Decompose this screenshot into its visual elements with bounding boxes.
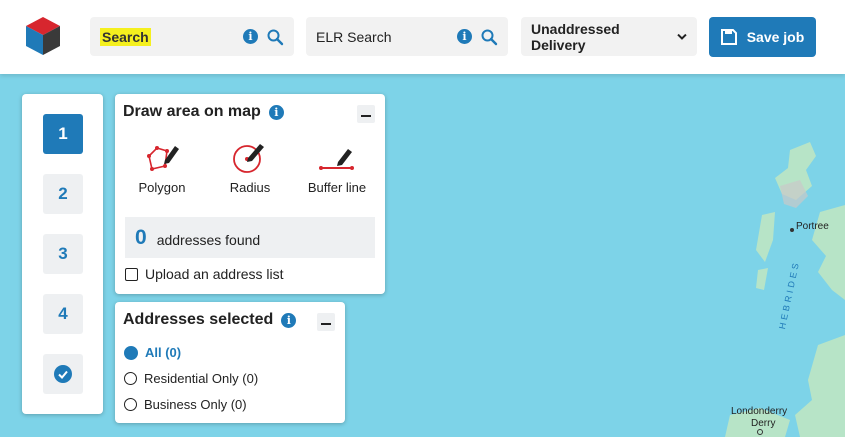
delivery-type-select[interactable]: Unaddressed Delivery xyxy=(521,17,697,56)
draw-area-panel: Draw area on map i Polygon Radius Buffer… xyxy=(115,94,385,294)
app-logo-icon[interactable] xyxy=(24,15,62,57)
search-icon[interactable] xyxy=(266,28,284,46)
map-label-portree: Portree xyxy=(796,221,829,232)
filter-all-option[interactable]: All (0) xyxy=(124,345,181,360)
save-icon xyxy=(720,29,737,45)
addresses-selected-title: Addresses selected i xyxy=(123,311,297,329)
addresses-selected-panel: Addresses selected i All (0) Residential… xyxy=(115,302,345,423)
filter-residential-radio[interactable] xyxy=(124,372,137,385)
elr-search-icon[interactable] xyxy=(480,28,498,46)
draw-area-title-text: Draw area on map xyxy=(123,103,261,120)
filter-residential-option[interactable]: Residential Only (0) xyxy=(124,371,258,386)
filter-business-label: Business Only (0) xyxy=(144,397,247,412)
search-label: Search xyxy=(100,27,151,46)
buffer-line-label: Buffer line xyxy=(307,180,367,195)
save-job-button[interactable]: Save job xyxy=(709,17,816,57)
save-job-label: Save job xyxy=(746,29,805,45)
addresses-found-text: addresses found xyxy=(156,231,261,248)
delivery-type-value: Unaddressed Delivery xyxy=(531,20,620,53)
elr-search-input[interactable]: ELR Search i xyxy=(306,17,508,56)
filter-all-radio[interactable] xyxy=(124,345,138,360)
step-navigation: 1 2 3 4 xyxy=(22,94,103,414)
step-4-button[interactable]: 4 xyxy=(43,294,83,334)
addresses-found-count: 0 xyxy=(135,225,147,249)
step-complete-button[interactable] xyxy=(43,354,83,394)
step-3-button[interactable]: 3 xyxy=(43,234,83,274)
radius-draw-icon xyxy=(233,144,264,173)
upload-address-list-option[interactable]: Upload an address list xyxy=(125,266,284,282)
polygon-tool[interactable]: Polygon xyxy=(127,142,197,195)
addresses-found-box: 0 addresses found xyxy=(125,217,375,258)
filter-business-option[interactable]: Business Only (0) xyxy=(124,397,247,412)
chevron-down-icon xyxy=(677,33,687,40)
top-bar: Search i ELR Search i Unaddressed Delive… xyxy=(0,0,845,74)
step-2-button[interactable]: 2 xyxy=(43,174,83,214)
map-label-derry: Derry xyxy=(751,418,776,429)
map-label-londonderry: Londonderry xyxy=(731,406,788,417)
elr-info-icon[interactable]: i xyxy=(457,29,472,44)
upload-address-list-label: Upload an address list xyxy=(145,266,284,282)
buffer-line-tool[interactable]: Buffer line xyxy=(302,142,372,195)
addresses-selected-collapse-button[interactable] xyxy=(317,313,335,331)
upload-address-list-checkbox[interactable] xyxy=(125,267,138,281)
filter-all-label: All (0) xyxy=(145,345,182,360)
search-info-icon[interactable]: i xyxy=(243,29,258,44)
addresses-selected-info-icon[interactable]: i xyxy=(281,312,297,328)
polygon-draw-icon xyxy=(147,146,179,171)
check-circle-icon xyxy=(54,365,72,383)
buffer-line-icon xyxy=(319,149,354,170)
draw-area-collapse-button[interactable] xyxy=(357,105,375,123)
filter-business-radio[interactable] xyxy=(124,398,137,411)
search-input[interactable]: Search i xyxy=(90,17,294,56)
radius-tool[interactable]: Radius xyxy=(215,142,285,195)
polygon-label: Polygon xyxy=(138,180,186,195)
filter-residential-label: Residential Only (0) xyxy=(144,371,259,386)
radius-label: Radius xyxy=(229,180,271,195)
step-1-button[interactable]: 1 xyxy=(43,114,83,154)
addresses-selected-title-text: Addresses selected xyxy=(123,311,274,328)
elr-search-label: ELR Search xyxy=(316,28,392,45)
draw-area-title: Draw area on map i xyxy=(123,103,284,121)
draw-area-info-icon[interactable]: i xyxy=(268,104,284,120)
